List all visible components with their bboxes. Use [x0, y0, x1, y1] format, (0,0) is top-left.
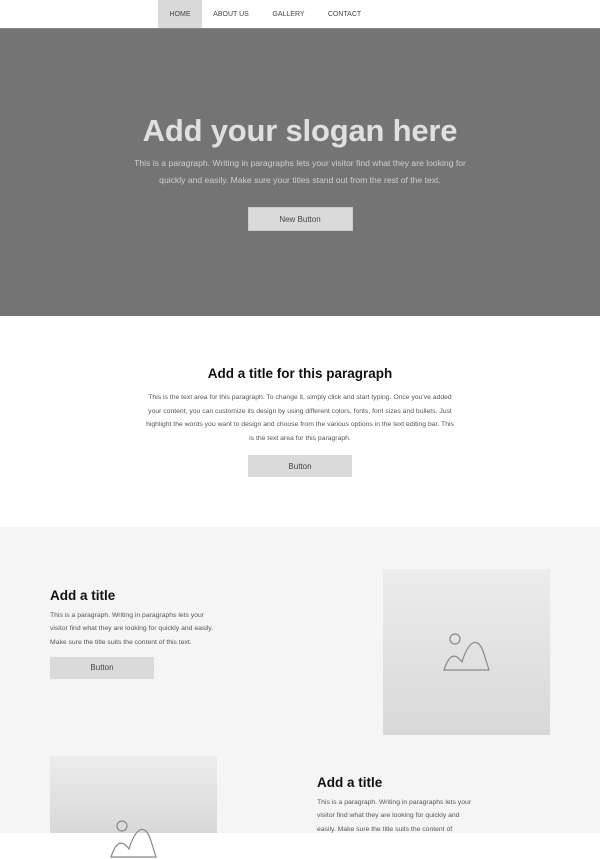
main-nav: HOME ABOUT US GALLERY CONTACT — [0, 0, 600, 29]
feature-1: Add a title This is a paragraph. Writing… — [50, 588, 216, 679]
feature-2-paragraph: This is a paragraph. Writing in paragrap… — [317, 799, 472, 833]
hero-paragraph: This is a paragraph. Writing in paragrap… — [134, 158, 466, 185]
image-placeholder-icon — [110, 820, 157, 858]
feature-2-image — [50, 756, 217, 858]
section-paragraph: This is the text area for this paragraph… — [146, 394, 454, 442]
image-placeholder-icon — [443, 633, 490, 671]
features-section: Add a title This is a paragraph. Writing… — [0, 527, 600, 858]
paragraph-section: Add a title for this paragraph This is t… — [0, 316, 600, 527]
feature-2-title: Add a title — [317, 775, 383, 790]
feature-2: Add a title This is a paragraph. Writing… — [317, 775, 479, 836]
hero-title: Add your slogan here — [142, 113, 458, 148]
feature-1-title: Add a title — [50, 588, 116, 603]
nav-home[interactable]: HOME — [158, 0, 202, 28]
feature-1-button[interactable]: Button — [50, 656, 154, 679]
nav-about-us[interactable]: ABOUT US — [202, 0, 260, 28]
hero-section: Add your slogan here This is a paragraph… — [0, 29, 600, 316]
section-title: Add a title for this paragraph — [207, 366, 393, 381]
section-button[interactable]: Button — [248, 455, 352, 478]
feature-1-image — [383, 569, 550, 735]
nav-contact[interactable]: CONTACT — [317, 0, 372, 28]
feature-1-paragraph: This is a paragraph. Writing in paragrap… — [50, 612, 214, 646]
nav-gallery[interactable]: GALLERY — [260, 0, 317, 28]
hero-button[interactable]: New Button — [247, 207, 353, 231]
